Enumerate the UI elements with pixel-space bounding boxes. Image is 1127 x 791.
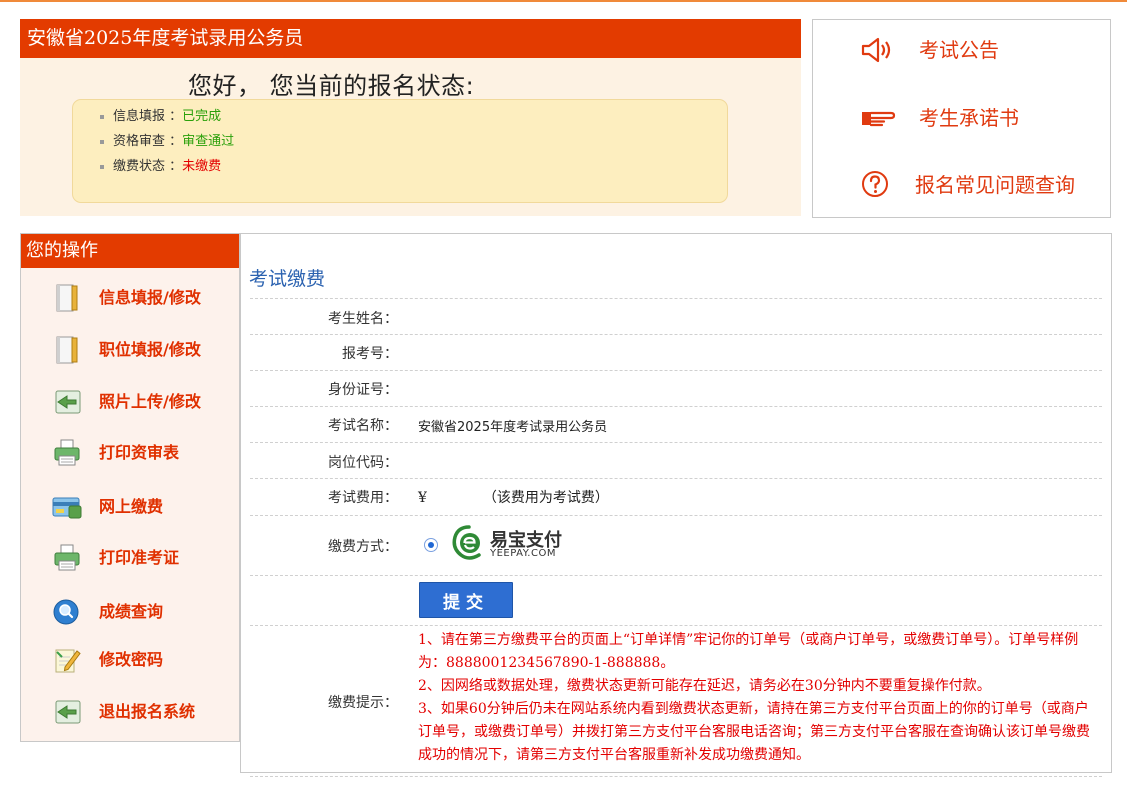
sidebar-title: 您的操作	[21, 234, 239, 268]
sidebar-item-label: 修改密码	[99, 650, 164, 669]
speaker-icon	[861, 37, 891, 63]
sidebar-item-label: 职位填报/修改	[99, 340, 201, 359]
pointing-hand-icon	[862, 111, 896, 127]
status-label: 缴费状态 ：	[113, 159, 183, 174]
status-item-review: 资格审查 ：审查通过	[100, 129, 234, 154]
status-panel-title: 安徽省2025年度考试录用公务员	[20, 19, 801, 58]
exam-announcement-label: 考试公告	[919, 38, 999, 62]
sidebar-item-label: 照片上传/修改	[99, 392, 201, 411]
status-list: 信息填报 ：已完成 资格审查 ：审查通过 缴费状态 ：未缴费	[100, 104, 234, 179]
payment-form: 考生姓名： 报考号： 身份证号： 考试名称： 安徽省2025年度考试录用公务员 …	[250, 298, 1102, 777]
form-row-idno: 身份证号：	[250, 370, 1102, 406]
payment-method-label: 缴费方式：	[328, 539, 398, 555]
form-row-fee: 考试费用： ¥ （该费用为考试费）	[250, 478, 1102, 515]
status-box: 信息填报 ：已完成 资格审查 ：审查通过 缴费状态 ：未缴费	[72, 99, 728, 203]
candidate-name-label: 考生姓名：	[328, 311, 398, 327]
page-title: 考试缴费	[249, 268, 326, 290]
payment-tips-label: 缴费提示：	[328, 695, 398, 711]
yeepay-logo: 易宝支付 YEEPAY.COM	[450, 524, 570, 564]
status-value: 已完成	[182, 109, 222, 124]
exam-name-label: 考试名称：	[328, 418, 398, 434]
question-circle-icon	[862, 171, 888, 197]
exit-icon	[55, 700, 81, 724]
card-icon	[52, 497, 82, 519]
exam-fee-note: （该费用为考试费）	[482, 490, 609, 506]
sidebar-item-photo-upload[interactable]: 照片上传/修改	[21, 384, 239, 420]
registration-status-panel: 安徽省2025年度考试录用公务员 您好， 您当前的报名状态: 信息填报 ：已完成…	[20, 19, 801, 216]
submit-button[interactable]: 提交	[419, 582, 513, 618]
bullet-icon	[100, 114, 104, 119]
faq-label: 报名常见问题查询	[915, 173, 1075, 197]
form-row-submit: 提交	[250, 575, 1102, 625]
yeepay-brand-domain: YEEPAY.COM	[490, 548, 556, 559]
candidate-commitment-link[interactable]: 考生承诺书	[861, 103, 1101, 133]
form-row-regno: 报考号：	[250, 334, 1102, 370]
operations-sidebar: 您的操作 信息填报/修改 职位填报/修改 照片上传/修改 打印资审表 网上缴费 …	[20, 233, 240, 742]
form-row-exam: 考试名称： 安徽省2025年度考试录用公务员	[250, 406, 1102, 442]
quick-links-panel: 考试公告 考生承诺书 报名常见问题查询	[812, 19, 1111, 218]
exam-fee-label: 考试费用：	[328, 490, 398, 506]
status-item-info: 信息填报 ：已完成	[100, 104, 234, 129]
registration-number-label: 报考号：	[342, 346, 398, 362]
sidebar-item-info-edit[interactable]: 信息填报/修改	[21, 280, 239, 316]
photo-icon	[55, 390, 81, 414]
sidebar-item-label: 退出报名系统	[99, 702, 196, 721]
sidebar-item-position-edit[interactable]: 职位填报/修改	[21, 332, 239, 368]
sidebar-item-label: 信息填报/修改	[99, 288, 201, 307]
candidate-commitment-label: 考生承诺书	[919, 106, 1019, 130]
top-accent-line	[0, 0, 1127, 2]
sidebar-item-label: 网上缴费	[99, 497, 164, 516]
status-item-payment: 缴费状态 ：未缴费	[100, 154, 234, 179]
exam-announcement-link[interactable]: 考试公告	[861, 35, 1101, 65]
sidebar-item-score-query[interactable]: 成绩查询	[21, 594, 239, 630]
sidebar-item-change-password[interactable]: 修改密码	[21, 642, 239, 678]
faq-link[interactable]: 报名常见问题查询	[861, 170, 1101, 200]
sidebar-item-print-admission[interactable]: 打印准考证	[21, 540, 239, 576]
printer-icon	[54, 544, 80, 571]
yeepay-icon	[452, 525, 481, 560]
printer-icon	[54, 439, 80, 466]
form-row-post: 岗位代码：	[250, 442, 1102, 478]
sidebar-item-label: 打印资审表	[99, 443, 180, 462]
status-value: 未缴费	[182, 159, 222, 174]
id-number-label: 身份证号：	[328, 382, 398, 398]
status-label: 资格审查 ：	[113, 134, 183, 149]
sidebar-item-label: 打印准考证	[99, 548, 180, 567]
form-row-payment-method: 缴费方式： 易宝支付 YEEPAY.COM	[250, 515, 1102, 575]
sidebar-item-logout[interactable]: 退出报名系统	[21, 694, 239, 730]
currency-symbol: ¥	[418, 490, 427, 506]
sidebar-item-label: 成绩查询	[99, 602, 164, 621]
exam-fee-value: ¥ （该费用为考试费）	[418, 487, 609, 507]
payment-tips: 1、请在第三方缴费平台的页面上“订单详情”牢记你的订单号（或商户订单号，或缴费订…	[418, 629, 1094, 767]
yeepay-radio[interactable]	[424, 538, 438, 552]
exam-payment-panel: 考试缴费 考生姓名： 报考号： 身份证号： 考试名称： 安徽省2025年度考试录…	[240, 233, 1112, 777]
bullet-icon	[100, 164, 104, 169]
post-code-label: 岗位代码：	[328, 455, 398, 471]
payment-tip-3: 3、如果60分钟后仍未在网站系统内看到缴费状态更新，请持在第三方支付平台页面上的…	[418, 701, 1090, 763]
status-greeting: 您好， 您当前的报名状态:	[188, 72, 475, 100]
magnifier-icon	[53, 599, 79, 625]
form-row-tips: 缴费提示： 1、请在第三方缴费平台的页面上“订单详情”牢记你的订单号（或商户订单…	[250, 625, 1102, 777]
payment-tip-1: 1、请在第三方缴费平台的页面上“订单详情”牢记你的订单号（或商户订单号，或缴费订…	[418, 632, 1079, 671]
exam-name-value: 安徽省2025年度考试录用公务员	[418, 420, 608, 435]
status-value: 审查通过	[182, 134, 235, 149]
sidebar-item-print-review[interactable]: 打印资审表	[21, 435, 239, 471]
status-label: 信息填报 ：	[113, 109, 183, 124]
form-row-name: 考生姓名：	[250, 298, 1102, 334]
sidebar-item-online-payment[interactable]: 网上缴费	[21, 489, 239, 525]
pencil-note-icon	[55, 649, 81, 673]
notebook-icon	[56, 284, 78, 312]
payment-tip-2: 2、因网络或数据处理，缴费状态更新可能存在延迟，请务必在30分钟内不要重复操作付…	[418, 678, 991, 694]
bullet-icon	[100, 139, 104, 144]
notebook-icon	[56, 336, 78, 364]
